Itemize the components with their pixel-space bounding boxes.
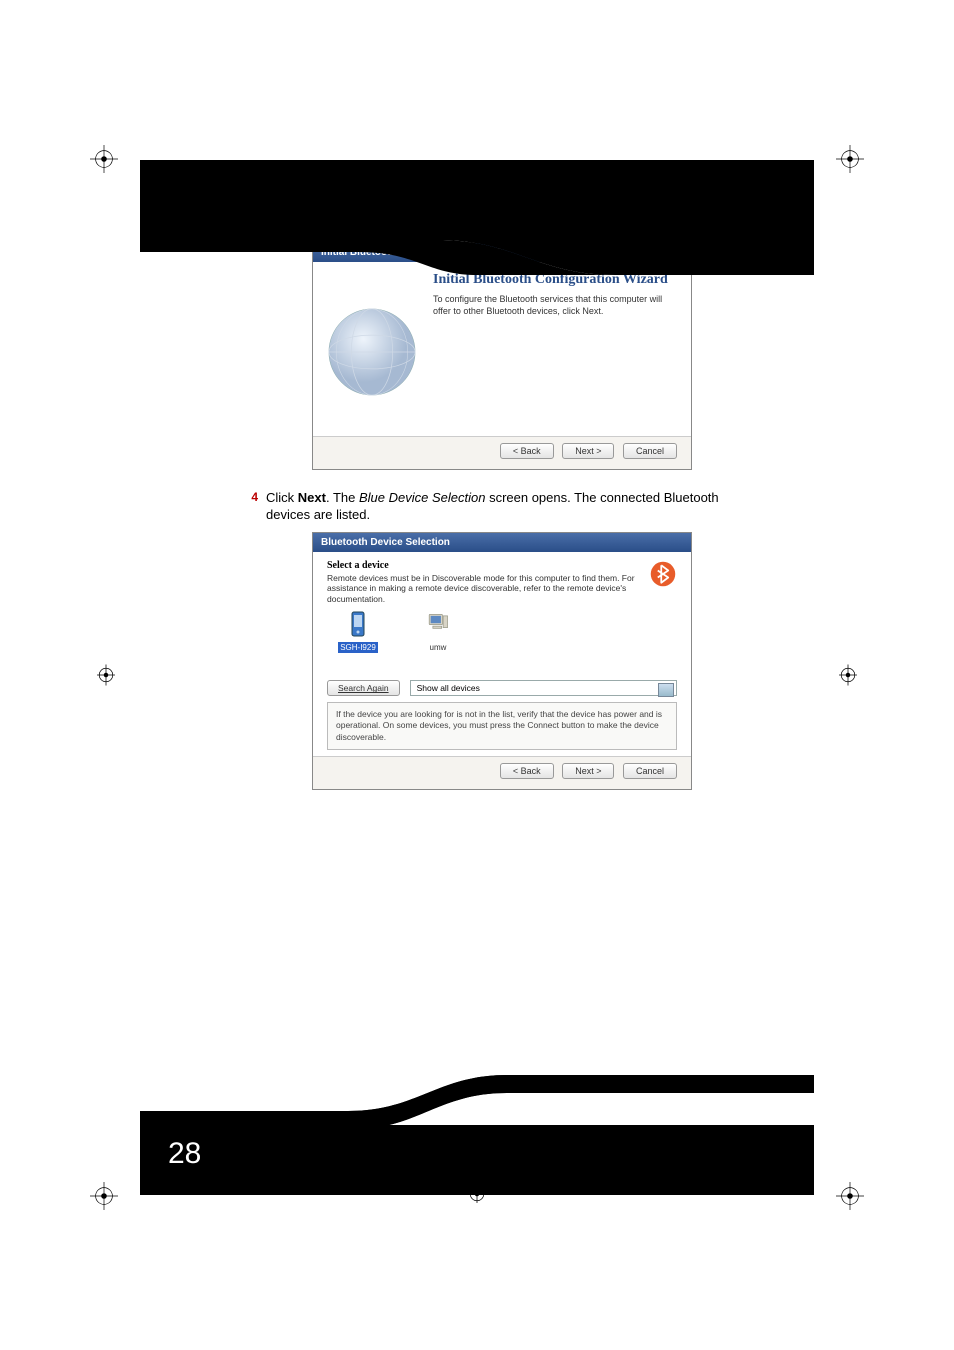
page-number: 28	[168, 1137, 201, 1171]
globe-icon	[317, 272, 427, 432]
device-item-1[interactable]: SGH-I929	[331, 610, 385, 653]
bluetooth-icon	[649, 560, 677, 588]
device-1-label: SGH-I929	[338, 642, 378, 653]
search-again-button[interactable]: Search Again	[327, 680, 400, 696]
crop-mark-bottom-left	[90, 1182, 118, 1210]
dialog-2-next-button[interactable]: Next >	[562, 763, 614, 779]
dialog-1-screenshot: Initial Bluetooth Configuration Wizard I…	[312, 242, 692, 470]
device-item-2[interactable]: umw	[411, 610, 465, 652]
dialog-2-note: If the device you are looking for is not…	[327, 702, 677, 749]
dialog-2-cancel-button[interactable]: Cancel	[623, 763, 677, 779]
page-content: RF-MRBTAD_13-0674_MAN_V5_ENG.fm Page 28 …	[140, 160, 814, 1195]
computer-icon	[427, 610, 449, 640]
step-4-text: Click Next. The Blue Device Selection sc…	[266, 490, 764, 524]
step-4: 4 Click Next. The Blue Device Selection …	[240, 490, 764, 524]
phone-icon	[347, 610, 369, 640]
dialog-2-screenshot: Bluetooth Device Selection Select a devi…	[312, 532, 692, 790]
crop-mark-center-left	[97, 660, 119, 690]
device-2-label: umw	[430, 643, 447, 652]
crop-mark-top-right	[836, 145, 864, 173]
dialog-2-titlebar: Bluetooth Device Selection	[313, 533, 691, 552]
dialog-1-cancel-button[interactable]: Cancel	[623, 443, 677, 459]
dialog-2-description: Remote devices must be in Discoverable m…	[327, 573, 649, 605]
dialog-1-next-button[interactable]: Next >	[562, 443, 614, 459]
dialog-2-back-button[interactable]: < Back	[500, 763, 554, 779]
crop-mark-bottom-right	[836, 1182, 864, 1210]
show-devices-dropdown[interactable]: Show all devices	[410, 680, 677, 696]
device-list: SGH-I929 umw	[327, 604, 677, 674]
dialog-1-description: To configure the Bluetooth services that…	[433, 294, 677, 317]
footer-black-band: 28	[140, 1075, 814, 1195]
step-4-number: 4	[240, 490, 258, 524]
header-black-band	[140, 160, 814, 275]
dialog-2-heading: Select a device	[327, 560, 649, 571]
crop-mark-top-left	[90, 145, 118, 173]
dialog-1-back-button[interactable]: < Back	[500, 443, 554, 459]
crop-mark-center-right	[835, 660, 857, 690]
